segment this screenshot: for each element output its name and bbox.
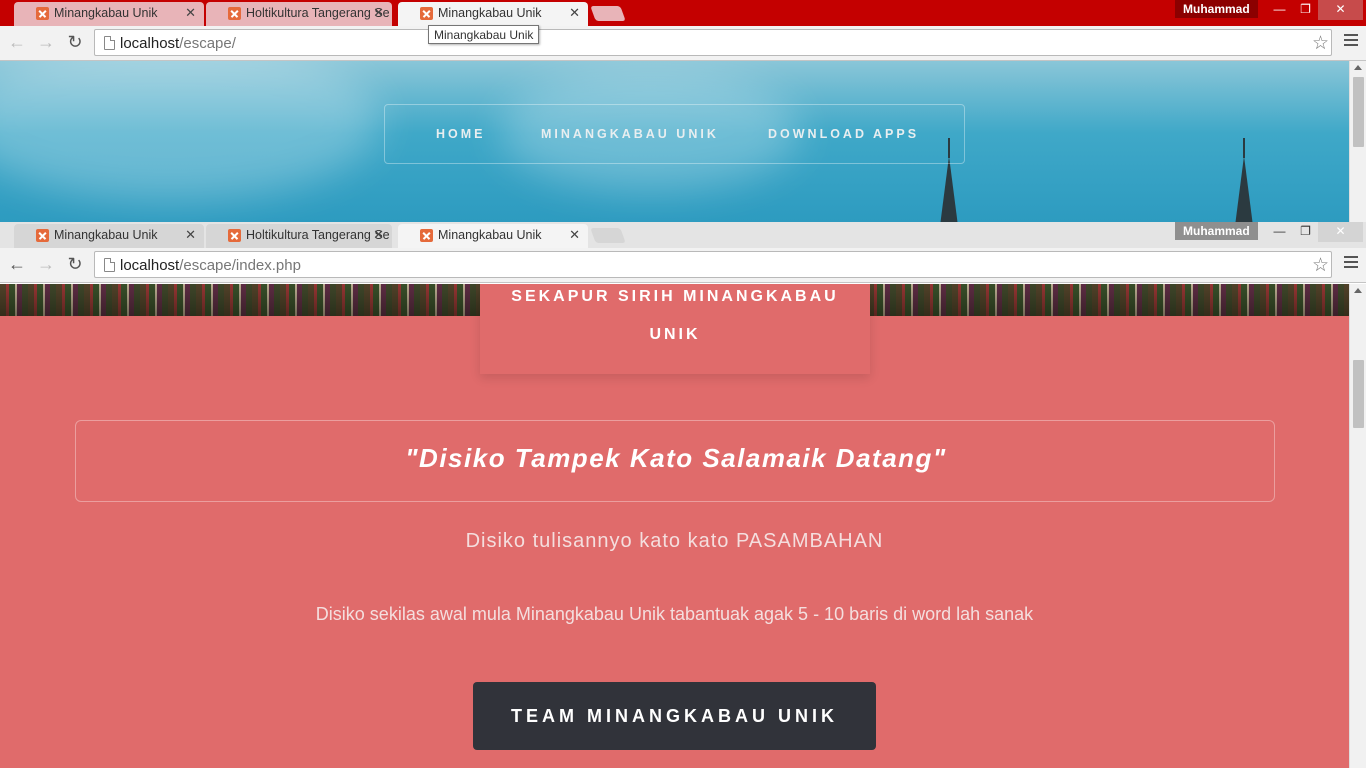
scroll-up-icon[interactable] xyxy=(1354,65,1362,70)
close-window-icon[interactable]: ✕ xyxy=(1318,222,1363,242)
cloud-decoration xyxy=(0,61,380,201)
tab-minangkabau-active[interactable]: Minangkabau Unik ✕ xyxy=(398,2,588,26)
nav-download-apps[interactable]: DOWNLOAD APPS xyxy=(768,127,919,141)
close-window-icon[interactable]: ✕ xyxy=(1318,0,1363,20)
tab-holtikultura[interactable]: Holtikultura Tangerang Se ✕ xyxy=(206,2,392,26)
browser-toolbar: ← → ↻ localhost/escape/index.php ☆ xyxy=(0,248,1366,283)
xampp-favicon-icon xyxy=(36,229,49,242)
profile-button[interactable]: Muhammad xyxy=(1175,0,1258,18)
main-navigation: HOME MINANGKABAU UNIK DOWNLOAD APPS xyxy=(384,104,965,164)
scroll-up-icon[interactable] xyxy=(1354,288,1362,293)
xampp-favicon-icon xyxy=(420,229,433,242)
nav-minangkabau-unik[interactable]: MINANGKABAU UNIK xyxy=(541,127,719,141)
back-icon[interactable]: ← xyxy=(7,255,27,275)
restore-icon[interactable]: ❐ xyxy=(1292,222,1319,242)
tab-holtikultura[interactable]: Holtikultura Tangerang Se ✕ xyxy=(206,224,392,248)
close-tab-icon[interactable]: ✕ xyxy=(569,224,580,246)
minimize-icon[interactable]: — xyxy=(1266,0,1293,20)
welcome-quote: "Disiko Tampek Kato Salamaik Datang" xyxy=(405,443,947,473)
forward-icon[interactable]: → xyxy=(36,255,56,275)
profile-button[interactable]: Muhammad xyxy=(1175,222,1258,240)
address-bar[interactable]: localhost/escape/index.php ☆ xyxy=(94,251,1332,278)
address-bar[interactable]: localhost/escape/ ☆ xyxy=(94,29,1332,56)
page-scrollbar[interactable] xyxy=(1349,61,1366,222)
page-icon xyxy=(104,36,115,50)
restore-icon[interactable]: ❐ xyxy=(1292,0,1319,20)
xampp-favicon-icon xyxy=(420,7,433,20)
page-content: SEKAPUR SIRIH MINANGKABAU UNIK "Disiko T… xyxy=(0,284,1349,768)
reload-icon[interactable]: ↻ xyxy=(65,255,85,275)
welcome-quote-box: "Disiko Tampek Kato Salamaik Datang" xyxy=(75,420,1275,502)
tab-tooltip: Minangkabau Unik xyxy=(428,25,540,44)
close-tab-icon[interactable]: ✕ xyxy=(185,224,196,246)
xampp-favicon-icon xyxy=(36,7,49,20)
chrome-menu-icon[interactable] xyxy=(1344,256,1358,272)
nav-home[interactable]: HOME xyxy=(436,127,486,141)
page-scrollbar[interactable] xyxy=(1349,284,1366,768)
section-title: SEKAPUR SIRIH MINANGKABAU UNIK xyxy=(480,284,870,374)
browser-toolbar: ← → ↻ localhost/escape/ ☆ xyxy=(0,26,1366,61)
scrollbar-thumb[interactable] xyxy=(1353,77,1364,147)
close-tab-icon[interactable]: ✕ xyxy=(373,224,384,246)
hero-banner: HOME MINANGKABAU UNIK DOWNLOAD APPS xyxy=(0,61,1349,222)
back-icon[interactable]: ← xyxy=(7,33,27,53)
bookmark-star-icon[interactable]: ☆ xyxy=(1312,32,1329,55)
tab-strip: Minangkabau Unik ✕ Holtikultura Tangeran… xyxy=(0,0,1366,26)
bookmark-star-icon[interactable]: ☆ xyxy=(1312,254,1329,277)
pasambahan-subtitle: Disiko tulisannyo kato kato PASAMBAHAN xyxy=(465,530,884,552)
rumah-gadang-spire xyxy=(940,138,958,222)
tab-minangkabau-1[interactable]: Minangkabau Unik ✕ xyxy=(14,224,204,248)
team-minangkabau-button[interactable]: TEAM MINANGKABAU UNIK xyxy=(473,682,876,750)
tab-minangkabau-1[interactable]: Minangkabau Unik ✕ xyxy=(14,2,204,26)
close-tab-icon[interactable]: ✕ xyxy=(373,2,384,24)
intro-description: Disiko sekilas awal mula Minangkabau Uni… xyxy=(315,604,1034,624)
tab-strip: Minangkabau Unik ✕ Holtikultura Tangeran… xyxy=(0,222,1366,248)
forward-icon[interactable]: → xyxy=(36,33,56,53)
xampp-favicon-icon xyxy=(228,7,241,20)
new-tab-button[interactable] xyxy=(590,228,626,243)
scrollbar-thumb[interactable] xyxy=(1353,360,1364,428)
tab-minangkabau-active[interactable]: Minangkabau Unik ✕ xyxy=(398,224,588,248)
close-tab-icon[interactable]: ✕ xyxy=(185,2,196,24)
new-tab-button[interactable] xyxy=(590,6,626,21)
close-tab-icon[interactable]: ✕ xyxy=(569,2,580,24)
xampp-favicon-icon xyxy=(228,229,241,242)
page-icon xyxy=(104,258,115,272)
reload-icon[interactable]: ↻ xyxy=(65,33,85,53)
chrome-menu-icon[interactable] xyxy=(1344,34,1358,50)
rumah-gadang-spire xyxy=(1235,138,1253,222)
minimize-icon[interactable]: — xyxy=(1266,222,1293,242)
top-browser-window: Minangkabau Unik ✕ Holtikultura Tangeran… xyxy=(0,0,1366,222)
bottom-browser-window: Minangkabau Unik ✕ Holtikultura Tangeran… xyxy=(0,222,1366,768)
